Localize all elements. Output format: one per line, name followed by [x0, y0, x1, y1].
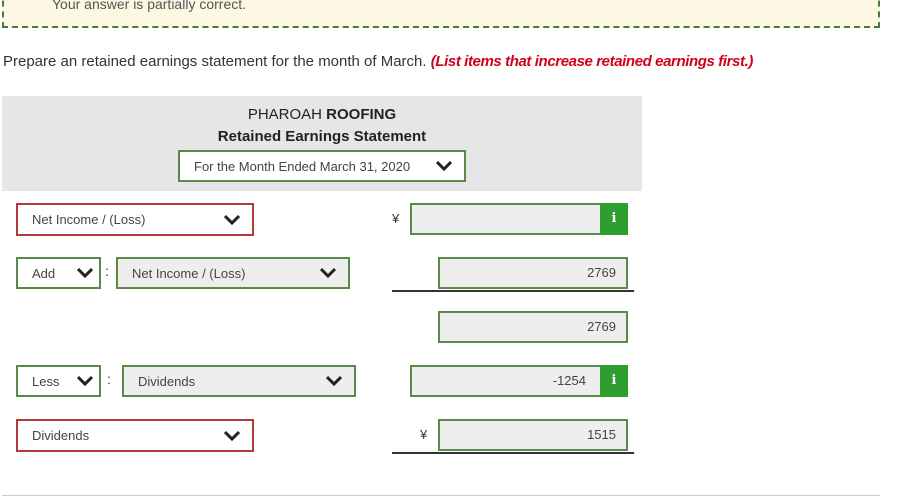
company-name-prefix: PHAROAH — [247, 106, 322, 123]
row4-amount-value: -1254 — [552, 373, 586, 388]
chevron-down-icon — [224, 430, 240, 442]
row2-amount-input[interactable]: 2769 — [438, 257, 628, 289]
statement-header: PHAROAH ROOFING Retained Earnings Statem… — [2, 96, 642, 191]
row4-operator-value: Less — [32, 373, 60, 389]
row1-account-value: Net Income / (Loss) — [32, 212, 146, 227]
info-icon[interactable]: i — [600, 203, 628, 235]
row4-amount-input[interactable]: -1254 i — [410, 365, 628, 397]
instructions-text: Prepare an retained earnings statement f… — [3, 53, 427, 70]
row2-underline — [392, 290, 634, 292]
row5-amount-value: 1515 — [587, 427, 616, 442]
row4-colon: : — [107, 371, 111, 387]
chevron-down-icon — [326, 375, 342, 387]
row5-underline — [392, 452, 634, 454]
row1-currency: ¥ — [392, 211, 400, 226]
bottom-divider — [2, 495, 880, 496]
info-icon[interactable]: i — [600, 365, 628, 397]
instructions: Prepare an retained earnings statement f… — [3, 53, 753, 70]
chevron-down-icon — [224, 214, 240, 226]
row2-operator-value: Add — [32, 265, 56, 281]
row3-amount-input[interactable]: 2769 — [438, 311, 628, 343]
row4-operator-select[interactable]: Less — [16, 365, 101, 397]
chevron-down-icon — [436, 160, 452, 172]
row2-operator-select[interactable]: Add — [16, 257, 101, 289]
feedback-banner: Your answer is partially correct. — [2, 0, 880, 28]
row5-account-value: Dividends — [32, 428, 90, 443]
row2-amount-value: 2769 — [587, 265, 616, 280]
company-name: PHAROAH ROOFING — [2, 106, 642, 123]
row5-currency: ¥ — [420, 427, 428, 442]
period-select[interactable]: For the Month Ended March 31, 2020 — [178, 150, 466, 182]
row1-account-select[interactable]: Net Income / (Loss) — [16, 203, 254, 236]
company-name-suffix: ROOFING — [326, 106, 397, 123]
chevron-down-icon — [77, 267, 93, 279]
row5-amount-input[interactable]: 1515 — [438, 419, 628, 451]
row5-account-select[interactable]: Dividends — [16, 419, 254, 452]
row3-amount-value: 2769 — [587, 319, 616, 334]
row4-account-select[interactable]: Dividends — [122, 365, 356, 397]
instructions-note: (List items that increase retained earni… — [430, 53, 754, 70]
row4-account-value: Dividends — [138, 373, 196, 389]
period-select-value: For the Month Ended March 31, 2020 — [194, 158, 411, 174]
statement-title: Retained Earnings Statement — [217, 128, 427, 145]
row2-account-value: Net Income / (Loss) — [132, 265, 246, 281]
row2-colon: : — [105, 263, 109, 279]
row2-account-select[interactable]: Net Income / (Loss) — [116, 257, 350, 289]
chevron-down-icon — [77, 375, 93, 387]
feedback-text: Your answer is partially correct. — [52, 0, 247, 12]
row1-amount-input[interactable]: i — [410, 203, 628, 235]
chevron-down-icon — [320, 267, 336, 279]
